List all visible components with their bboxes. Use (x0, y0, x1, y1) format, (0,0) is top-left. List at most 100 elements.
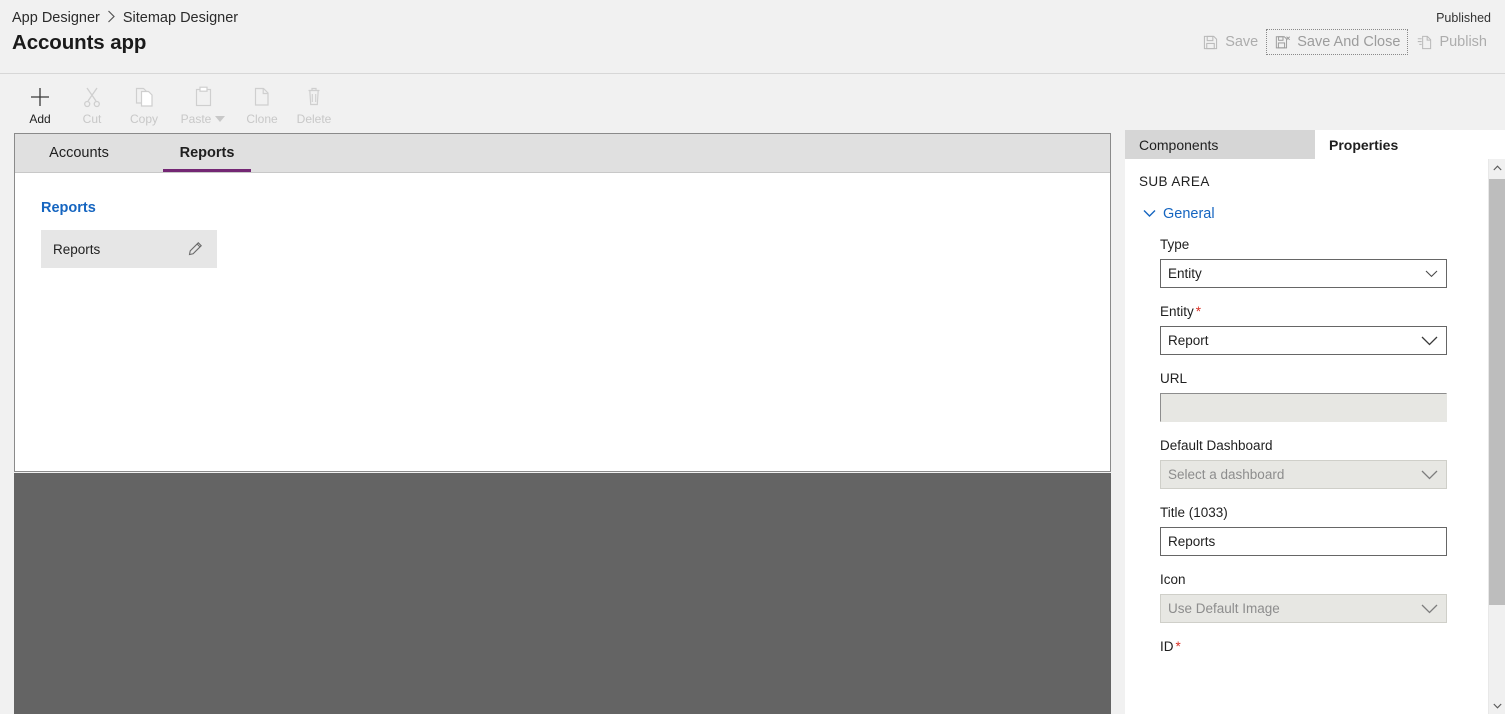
header-actions: Save Save And Close Publish (1194, 28, 1495, 56)
publish-icon (1416, 34, 1433, 51)
field-icon-label: Icon (1160, 572, 1447, 587)
type-select-value: Entity (1168, 266, 1202, 281)
scrollbar-up-arrow[interactable] (1489, 159, 1505, 176)
add-button[interactable]: Add (14, 80, 66, 126)
page-title: Accounts app (12, 31, 147, 54)
clone-button-label: Clone (246, 112, 278, 126)
subarea-card-reports[interactable]: Reports (41, 230, 217, 268)
status-badge: Published (1436, 11, 1491, 25)
pencil-icon[interactable] (185, 239, 205, 259)
icon-select[interactable]: Use Default Image (1160, 594, 1447, 623)
field-url-label-text: URL (1160, 371, 1188, 386)
paste-button-label: Paste (180, 112, 212, 126)
page-header: App Designer Sitemap Designer Accounts a… (0, 0, 1505, 74)
title-input[interactable]: Reports (1160, 527, 1447, 556)
field-id-label-text: ID (1160, 639, 1174, 654)
icon-select-value: Use Default Image (1168, 601, 1280, 616)
command-bar: Add Cut Copy Paste Clone Delete (0, 74, 1505, 132)
clipboard-icon (194, 85, 213, 109)
field-type-label: Type (1160, 237, 1447, 252)
section-title-sub-area: SUB AREA (1139, 174, 1210, 189)
breadcrumb-sitemap-designer[interactable]: Sitemap Designer (123, 10, 238, 26)
field-title-label-text: Title (1033) (1160, 505, 1228, 520)
chevron-down-icon (1421, 603, 1438, 614)
scissors-icon (82, 85, 102, 109)
field-id-label: ID * (1160, 639, 1447, 654)
canvas-overlay-region (14, 473, 1111, 714)
sitemap-canvas: Accounts Reports Reports Reports (14, 133, 1111, 472)
chevron-down-icon[interactable] (215, 116, 226, 122)
field-entity: Entity * Report (1160, 304, 1447, 355)
cut-button[interactable]: Cut (66, 80, 118, 126)
canvas-tab-bar: Accounts Reports (15, 134, 1110, 173)
breadcrumb-app-designer[interactable]: App Designer (12, 10, 100, 26)
copy-button[interactable]: Copy (118, 80, 170, 126)
add-button-label: Add (29, 112, 51, 126)
default-dashboard-select-value: Select a dashboard (1168, 467, 1285, 482)
url-input[interactable] (1160, 393, 1447, 422)
save-and-close-button[interactable]: Save And Close (1266, 29, 1409, 55)
chevron-down-icon (1143, 205, 1156, 223)
tab-accounts-label: Accounts (49, 145, 109, 161)
publish-button[interactable]: Publish (1408, 29, 1495, 55)
title-input-value: Reports (1168, 534, 1216, 549)
field-url: URL (1160, 371, 1447, 422)
field-default-dashboard-label-text: Default Dashboard (1160, 438, 1273, 453)
save-button-label: Save (1225, 34, 1259, 50)
panel-tab-bar: Components Properties (1125, 130, 1505, 159)
field-default-dashboard-label: Default Dashboard (1160, 438, 1447, 453)
sitemap-designer-page: App Designer Sitemap Designer Accounts a… (0, 0, 1505, 714)
entity-select[interactable]: Report (1160, 326, 1447, 355)
paste-button[interactable]: Paste (170, 80, 236, 126)
plus-icon (29, 85, 51, 109)
chevron-right-icon (107, 10, 116, 26)
tab-properties-label: Properties (1329, 136, 1399, 153)
field-title: Title (1033) Reports (1160, 505, 1447, 556)
accordion-general-label: General (1163, 206, 1215, 222)
tab-accounts[interactable]: Accounts (15, 134, 143, 172)
delete-button[interactable]: Delete (288, 80, 340, 126)
field-title-label: Title (1033) (1160, 505, 1447, 520)
default-dashboard-select[interactable]: Select a dashboard (1160, 460, 1447, 489)
field-id: ID * (1160, 639, 1447, 654)
chevron-down-icon (1425, 270, 1438, 278)
tab-properties[interactable]: Properties (1315, 130, 1505, 159)
field-entity-label-text: Entity (1160, 304, 1194, 319)
scrollbar-thumb[interactable] (1489, 179, 1505, 605)
accordion-general[interactable]: General (1125, 189, 1505, 223)
save-button[interactable]: Save (1194, 29, 1266, 55)
subarea-label: Reports (53, 241, 101, 257)
save-and-close-icon (1274, 34, 1291, 51)
breadcrumb: App Designer Sitemap Designer (12, 10, 238, 26)
tab-reports[interactable]: Reports (143, 134, 271, 172)
clone-button[interactable]: Clone (236, 80, 288, 126)
chevron-down-icon (1421, 469, 1438, 480)
properties-scrollbar[interactable] (1488, 159, 1505, 714)
save-and-close-button-label: Save And Close (1297, 34, 1401, 50)
scrollbar-down-arrow[interactable] (1489, 697, 1505, 714)
tab-components[interactable]: Components (1125, 130, 1315, 159)
type-select[interactable]: Entity (1160, 259, 1447, 288)
copy-button-label: Copy (129, 112, 158, 126)
save-icon (1202, 34, 1219, 51)
field-type: Type Entity (1160, 237, 1447, 288)
required-asterisk: * (1175, 639, 1181, 654)
tab-reports-label: Reports (179, 145, 235, 161)
field-entity-label: Entity * (1160, 304, 1447, 319)
delete-button-label: Delete (296, 112, 332, 126)
field-icon: Icon Use Default Image (1160, 572, 1447, 623)
clone-icon (252, 85, 272, 109)
field-icon-label-text: Icon (1160, 572, 1186, 587)
required-asterisk: * (1195, 304, 1202, 319)
properties-fields: Type Entity Entity * Report URL Default … (1125, 223, 1505, 654)
publish-button-label: Publish (1439, 34, 1487, 50)
field-type-label-text: Type (1160, 237, 1190, 252)
tab-components-label: Components (1139, 136, 1219, 153)
cut-button-label: Cut (82, 112, 102, 126)
canvas-body: Reports Reports (15, 173, 1110, 268)
properties-panel: Components Properties SUB AREA General T… (1125, 130, 1505, 714)
properties-panel-body: SUB AREA General Type Entity Entity * Re… (1125, 159, 1505, 714)
group-title-reports[interactable]: Reports (41, 200, 96, 216)
chevron-down-icon (1421, 335, 1438, 346)
trash-icon (305, 85, 323, 109)
